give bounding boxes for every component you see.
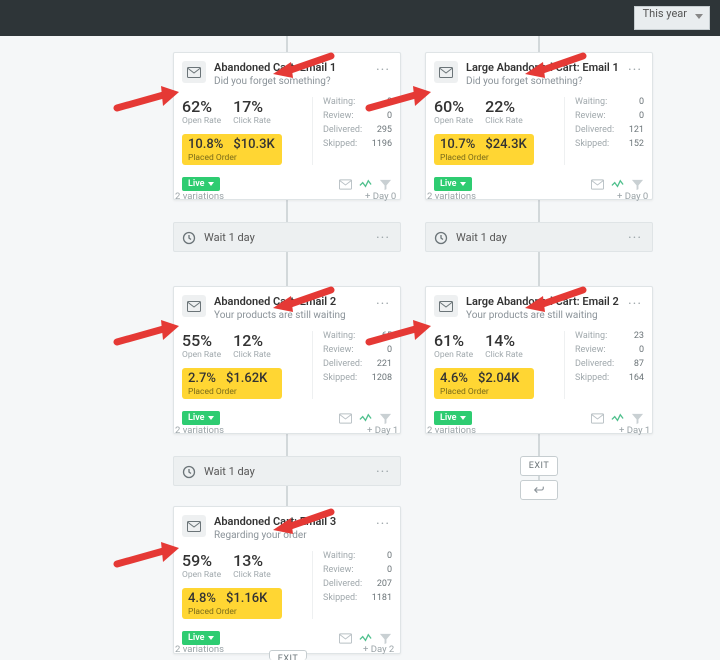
variations-label: 2 variations xyxy=(175,644,224,655)
filter-icon[interactable] xyxy=(378,411,392,425)
placed-pct: 10.8% xyxy=(188,137,223,152)
day-label: + Day 1 xyxy=(619,425,650,436)
day-label: + Day 2 xyxy=(363,644,394,655)
review-label: Review: xyxy=(323,111,354,121)
open-rate-value: 60% xyxy=(434,97,473,116)
open-rate-value: 62% xyxy=(182,97,221,116)
click-rate-value: 22% xyxy=(485,97,523,116)
card-subtitle: Did you forget something? xyxy=(214,76,374,87)
activity-icon[interactable] xyxy=(358,177,372,191)
clock-icon xyxy=(182,464,196,478)
chevron-down-icon xyxy=(695,14,703,19)
variations-label: 2 variations xyxy=(175,191,224,202)
more-button[interactable]: ··· xyxy=(374,231,392,245)
day-label: + Day 1 xyxy=(367,425,398,436)
clock-icon xyxy=(434,230,448,244)
chevron-down-icon xyxy=(460,182,466,186)
live-badge[interactable]: Live xyxy=(434,411,472,425)
placed-order-pill: 2.7%$1.62K Placed Order xyxy=(182,368,282,399)
clock-icon xyxy=(182,230,196,244)
more-button[interactable]: ··· xyxy=(626,297,644,311)
exit-button[interactable]: EXIT xyxy=(269,650,307,660)
click-rate-label: Click Rate xyxy=(233,116,271,126)
email-card-5[interactable]: Abandoned Cart: Email 3 Regarding your o… xyxy=(173,506,401,654)
placed-order-pill: 10.8% $10.3K Placed Order xyxy=(182,134,282,165)
wait-step[interactable]: Wait 1 day ··· xyxy=(425,222,653,252)
chevron-down-icon xyxy=(460,416,466,420)
placed-val: $10.3K xyxy=(233,137,274,152)
mail-icon xyxy=(434,61,458,83)
more-button[interactable]: ··· xyxy=(626,231,644,245)
email-card-4[interactable]: Large Abandoned Cart: Email 2 Your produ… xyxy=(425,286,653,434)
flow-canvas: Abandoned Cart: Email 1 Did you forget s… xyxy=(0,36,720,655)
mail-small-icon[interactable] xyxy=(338,631,352,645)
delivered-label: Delivered: xyxy=(323,125,362,135)
card-title: Large Abandoned Cart: Email 1 xyxy=(466,61,626,74)
waiting-value: 0 xyxy=(387,97,392,107)
review-value: 0 xyxy=(387,111,392,121)
mail-small-icon[interactable] xyxy=(338,177,352,191)
card-title: Abandoned Cart: Email 1 xyxy=(214,61,374,74)
filter-icon[interactable] xyxy=(630,177,644,191)
chevron-down-icon xyxy=(208,636,214,640)
chevron-down-icon xyxy=(208,416,214,420)
more-button[interactable]: ··· xyxy=(374,63,392,77)
mail-small-icon[interactable] xyxy=(590,411,604,425)
variations-label: 2 variations xyxy=(427,191,476,202)
mail-icon xyxy=(182,295,206,317)
filter-icon[interactable] xyxy=(378,177,392,191)
waiting-label: Waiting: xyxy=(323,97,355,107)
date-range-select[interactable]: This year xyxy=(634,6,710,30)
placed-order-pill: 10.7%$24.3K Placed Order xyxy=(434,134,534,165)
chevron-down-icon xyxy=(208,182,214,186)
delivered-value: 295 xyxy=(377,125,392,135)
filter-icon[interactable] xyxy=(630,411,644,425)
more-button[interactable]: ··· xyxy=(374,297,392,311)
more-button[interactable]: ··· xyxy=(626,63,644,77)
placed-order-pill: 4.6%$2.04K Placed Order xyxy=(434,368,534,399)
email-card-3[interactable]: Abandoned Cart: Email 2 Your products ar… xyxy=(173,286,401,434)
placed-label: Placed Order xyxy=(188,153,276,163)
live-badge[interactable]: Live xyxy=(182,411,220,425)
mail-small-icon[interactable] xyxy=(338,411,352,425)
mail-icon xyxy=(182,61,206,83)
top-bar: This year xyxy=(0,0,720,36)
wait-label: Wait 1 day xyxy=(204,231,374,244)
wait-step[interactable]: Wait 1 day ··· xyxy=(173,222,401,252)
live-badge[interactable]: Live xyxy=(434,177,472,191)
click-rate-value: 17% xyxy=(233,97,271,116)
day-label: + Day 0 xyxy=(617,191,648,202)
variations-label: 2 variations xyxy=(175,425,224,436)
wait-step[interactable]: Wait 1 day ··· xyxy=(173,456,401,486)
email-card-1[interactable]: Abandoned Cart: Email 1 Did you forget s… xyxy=(173,52,401,200)
day-label: + Day 0 xyxy=(365,191,396,202)
more-button[interactable]: ··· xyxy=(374,517,392,531)
mail-icon xyxy=(434,295,458,317)
exit-return-button[interactable] xyxy=(520,480,558,500)
mail-icon xyxy=(182,515,206,537)
skipped-label: Skipped: xyxy=(323,139,357,149)
return-icon xyxy=(533,484,545,496)
live-badge[interactable]: Live xyxy=(182,177,220,191)
email-card-2[interactable]: Large Abandoned Cart: Email 1 Did you fo… xyxy=(425,52,653,200)
activity-icon[interactable] xyxy=(358,411,372,425)
card-subtitle: Did you forget something? xyxy=(466,76,626,87)
variations-label: 2 variations xyxy=(427,425,476,436)
activity-icon[interactable] xyxy=(610,177,624,191)
mail-small-icon[interactable] xyxy=(590,177,604,191)
open-rate-label: Open Rate xyxy=(182,116,221,126)
placed-order-pill: 4.8%$1.16K Placed Order xyxy=(182,588,282,619)
activity-icon[interactable] xyxy=(610,411,624,425)
date-range-label: This year xyxy=(643,7,687,20)
exit-button[interactable]: EXIT xyxy=(520,456,558,476)
live-text: Live xyxy=(188,179,205,189)
skipped-value: 1196 xyxy=(372,139,392,149)
more-button[interactable]: ··· xyxy=(374,465,392,479)
